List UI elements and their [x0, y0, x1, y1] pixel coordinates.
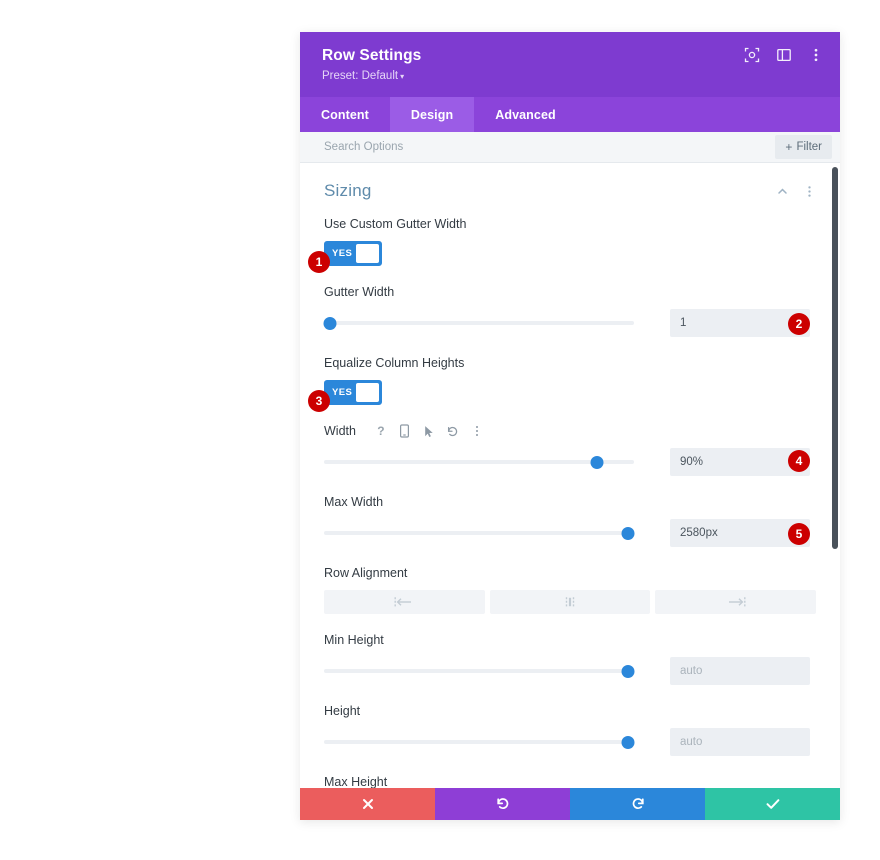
- slider-height[interactable]: [324, 734, 635, 750]
- slider-track: [324, 669, 634, 673]
- tab-content[interactable]: Content: [300, 97, 390, 132]
- slider-handle[interactable]: [621, 735, 635, 749]
- input-min-height[interactable]: [670, 657, 810, 685]
- scrollbar-thumb[interactable]: [832, 167, 838, 549]
- badge-2: 2: [788, 313, 810, 335]
- reset-icon[interactable]: [446, 424, 460, 438]
- search-input[interactable]: [324, 141, 776, 153]
- section-more-vertical-icon[interactable]: [803, 185, 816, 198]
- slider-handle[interactable]: [621, 664, 635, 678]
- slider-width[interactable]: [324, 454, 634, 470]
- filter-label: Filter: [796, 141, 822, 153]
- field-use-custom-gutter-width: Use Custom Gutter Width 1 YES: [308, 217, 816, 273]
- toggle-knob: [356, 244, 379, 263]
- settings-scroll-area: Sizing Use Custom Gutter Width 1 YES Gut…: [300, 163, 840, 788]
- header-icon-group: [744, 47, 824, 63]
- align-right-icon[interactable]: [655, 590, 817, 614]
- modal-footer: [300, 788, 840, 820]
- help-icon[interactable]: ?: [374, 424, 388, 438]
- slider-track: [324, 740, 634, 744]
- tab-bar: Content Design Advanced: [300, 97, 840, 132]
- toggle-equalize-column-heights[interactable]: YES: [324, 380, 382, 405]
- badge-1: 1: [308, 251, 330, 273]
- align-left-icon[interactable]: [324, 590, 485, 614]
- section-title: Sizing: [324, 181, 372, 200]
- field-max-height: Max Height: [324, 775, 816, 788]
- input-height[interactable]: [670, 728, 810, 756]
- field-more-vertical-icon[interactable]: [470, 424, 484, 438]
- preset-selector[interactable]: Preset: Default ▾: [322, 68, 820, 85]
- target-icon[interactable]: [744, 47, 760, 63]
- badge-4: 4: [788, 450, 810, 472]
- search-bar: + Filter: [300, 132, 840, 163]
- chevron-down-icon: ▾: [400, 72, 405, 81]
- field-label: Max Width: [324, 495, 384, 509]
- preset-label: Preset: Default: [322, 70, 399, 82]
- mobile-icon[interactable]: [398, 424, 412, 438]
- chevron-up-icon[interactable]: [776, 185, 789, 198]
- layout-icon[interactable]: [776, 47, 792, 63]
- slider-max-width[interactable]: [324, 525, 635, 541]
- field-label: Equalize Column Heights: [324, 356, 465, 370]
- field-min-height: Min Height: [324, 633, 816, 685]
- align-center-icon[interactable]: [489, 590, 651, 614]
- slider-track: [324, 321, 634, 325]
- cancel-button[interactable]: [300, 788, 435, 820]
- toggle-use-custom-gutter-width[interactable]: YES: [324, 241, 382, 266]
- field-gutter-width: Gutter Width 2: [323, 285, 816, 337]
- toggle-label: YES: [332, 387, 353, 398]
- toggle-label: YES: [332, 248, 353, 259]
- slider-handle[interactable]: [621, 526, 635, 540]
- slider-min-height[interactable]: [324, 663, 635, 679]
- field-label: Max Height: [324, 775, 388, 788]
- slider-track: [324, 531, 634, 535]
- field-label: Row Alignment: [324, 566, 408, 580]
- field-equalize-column-heights: Equalize Column Heights 3 YES: [308, 356, 816, 412]
- field-label: Use Custom Gutter Width: [324, 217, 467, 231]
- field-label: Gutter Width: [324, 285, 395, 299]
- field-icon-group: ?: [374, 424, 484, 438]
- tab-advanced[interactable]: Advanced: [474, 97, 577, 132]
- field-height: Height: [324, 704, 816, 756]
- plus-icon: +: [785, 140, 793, 154]
- badge-5: 5: [788, 523, 810, 545]
- badge-3: 3: [308, 390, 330, 412]
- field-label: Width: [324, 424, 356, 438]
- scrollbar[interactable]: [831, 163, 840, 788]
- section-header-sizing[interactable]: Sizing: [324, 181, 816, 201]
- toggle-knob: [356, 383, 379, 402]
- slider-gutter-width[interactable]: [323, 315, 634, 331]
- tab-design[interactable]: Design: [389, 97, 475, 132]
- more-vertical-icon[interactable]: [808, 47, 824, 63]
- slider-track: [324, 460, 634, 464]
- row-alignment-group: [324, 590, 817, 614]
- field-max-width: Max Width 5: [324, 495, 816, 547]
- filter-button[interactable]: + Filter: [775, 135, 832, 159]
- field-width: Width ? 4 90%: [324, 424, 816, 476]
- redo-button[interactable]: [570, 788, 705, 820]
- field-row-alignment: Row Alignment: [324, 566, 817, 614]
- field-label: Height: [324, 704, 361, 718]
- modal-header: Row Settings Preset: Default ▾: [300, 32, 840, 97]
- slider-handle[interactable]: [323, 316, 337, 330]
- cursor-icon[interactable]: [422, 424, 436, 438]
- row-settings-modal: Row Settings Preset: Default ▾ Content D…: [300, 32, 840, 820]
- field-label: Min Height: [324, 633, 384, 647]
- save-button[interactable]: [705, 788, 840, 820]
- slider-handle[interactable]: [590, 455, 604, 469]
- undo-button[interactable]: [435, 788, 570, 820]
